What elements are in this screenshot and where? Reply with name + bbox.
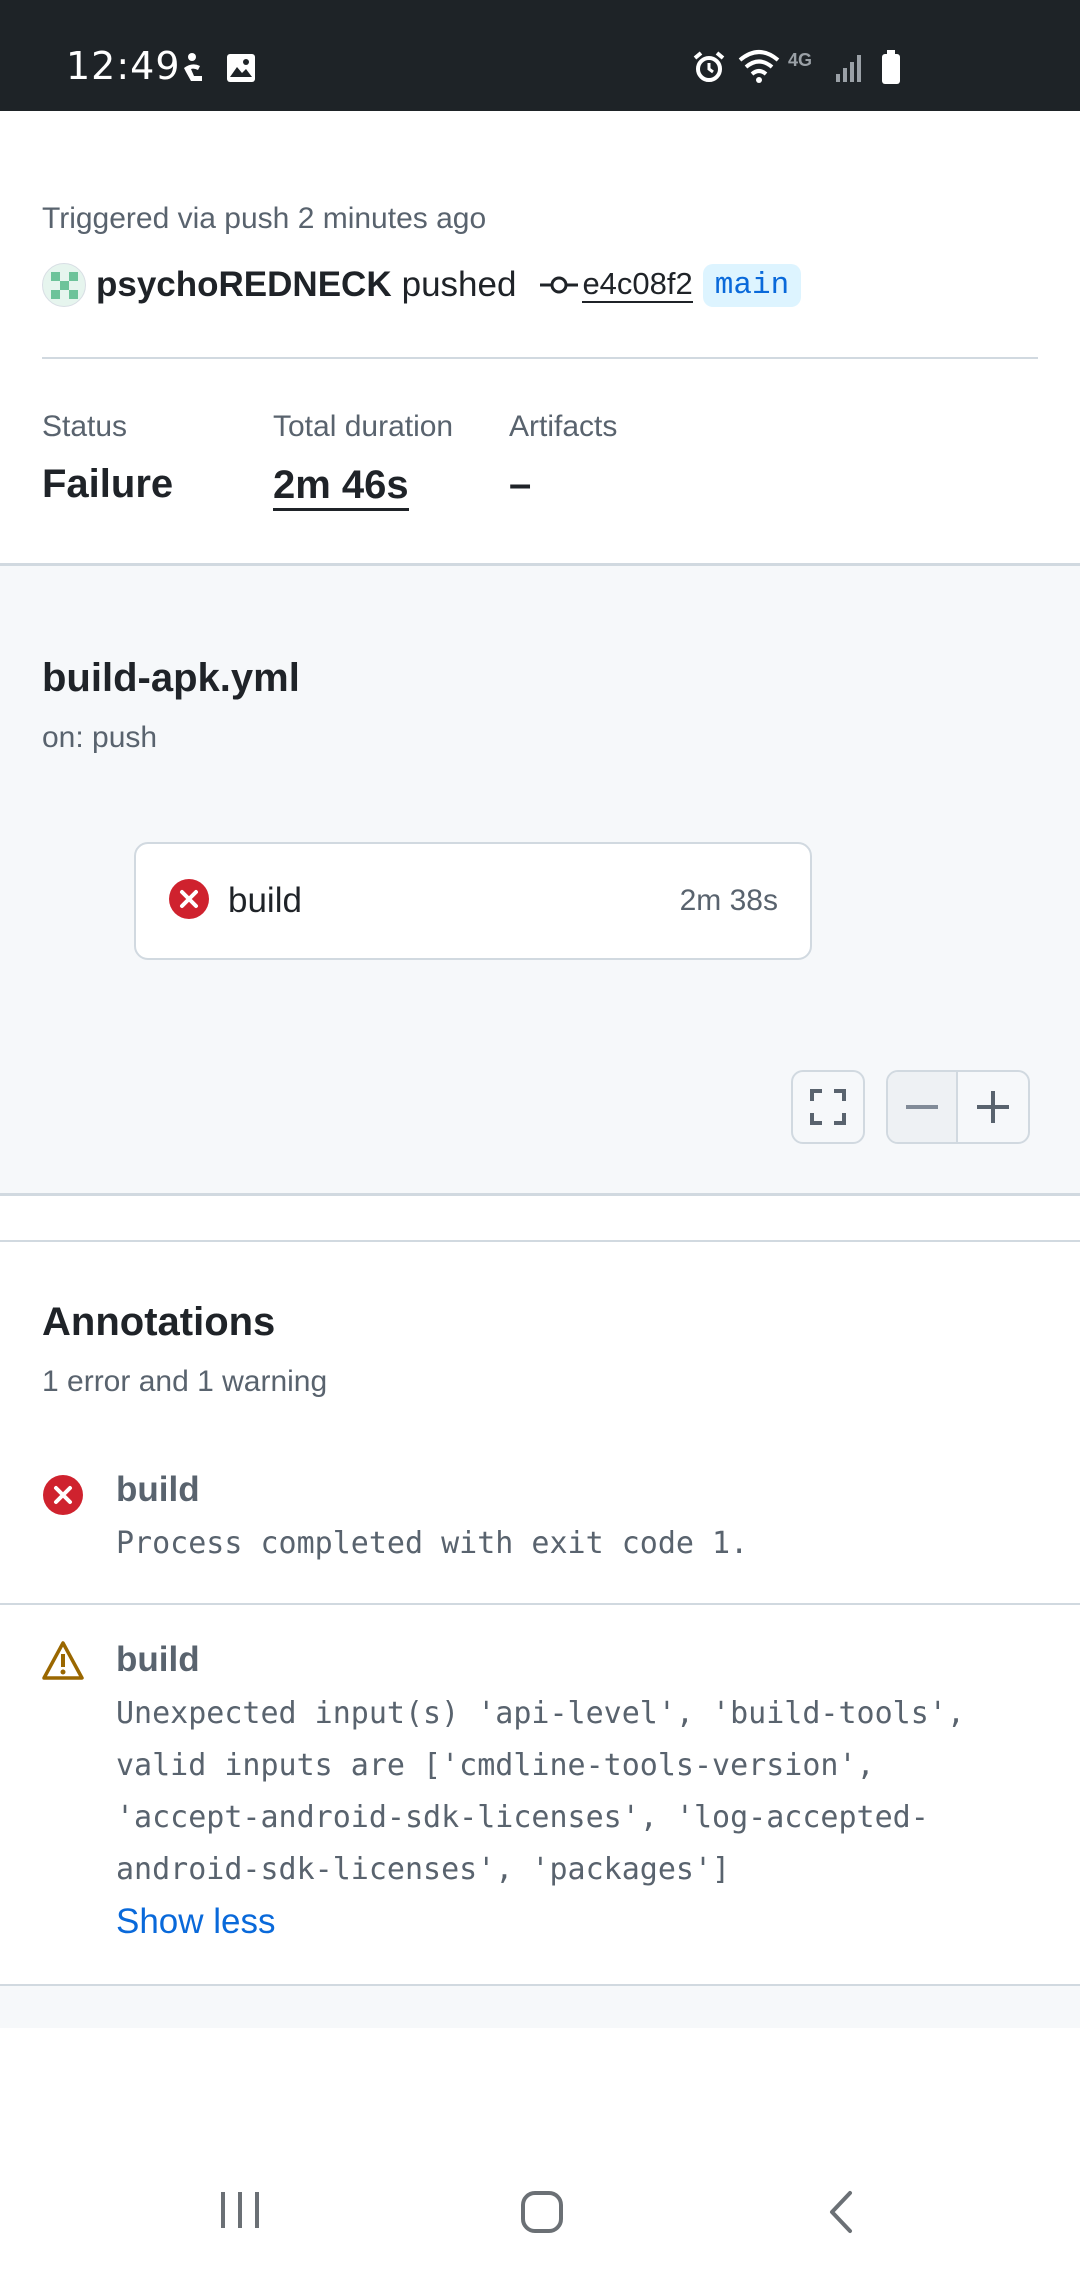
triggered-text: Triggered via push 2 minutes ago (42, 202, 487, 235)
avatar[interactable] (42, 263, 86, 307)
job-card-build[interactable]: build 2m 38s (134, 842, 812, 960)
error-icon (42, 1474, 84, 1521)
fit-to-screen-button[interactable] (791, 1070, 865, 1144)
4g-icon: 4G (788, 50, 813, 70)
pusher-name[interactable]: psychoREDNECK (96, 265, 392, 305)
accessibility-icon (178, 52, 208, 91)
failure-icon (168, 878, 210, 925)
signal-icon (834, 52, 866, 87)
artifacts-value: – (509, 462, 532, 506)
annotations-title: Annotations (42, 1300, 276, 1344)
zoom-controls (886, 1070, 1030, 1144)
alarm-icon (692, 50, 726, 89)
battery-icon (880, 50, 902, 89)
artifacts-label: Artifacts (509, 410, 618, 443)
annotations-summary: 1 error and 1 warning (42, 1365, 328, 1398)
navigation-bar (0, 2160, 1080, 2280)
workflow-graph: build-apk.yml on: push build 2m 38s (0, 566, 1080, 1196)
annotation-message: Unexpected input(s) 'api-level', 'build-… (116, 1696, 983, 1887)
zoom-in-button[interactable] (958, 1072, 1028, 1142)
annotation-job-name: build (116, 1640, 200, 1679)
status-value: Failure (42, 462, 174, 506)
commit-sha-link[interactable]: e4c08f2 (582, 267, 693, 303)
warning-icon (42, 1640, 84, 1687)
divider (0, 1240, 1080, 1242)
status-time: 12:49 (66, 44, 181, 88)
home-icon[interactable] (520, 2190, 564, 2239)
divider (42, 357, 1038, 359)
divider (0, 1603, 1080, 1605)
recent-apps-icon[interactable] (218, 2190, 262, 2235)
job-name: build (228, 881, 302, 920)
branch-badge[interactable]: main (702, 263, 802, 307)
annotation-message: Process completed with exit code 1. (116, 1526, 749, 1561)
job-duration: 2m 38s (679, 884, 778, 917)
workflow-file-name: build-apk.yml (42, 656, 300, 700)
duration-label: Total duration (273, 410, 454, 443)
annotation-job-name: build (116, 1470, 200, 1509)
gallery-icon (226, 53, 256, 88)
minus-icon (906, 1105, 938, 1109)
pusher-row: psychoREDNECK pushed e4c08f2 main (42, 260, 802, 310)
status-label: Status (42, 410, 128, 443)
status-bar: 12:49 4G (0, 0, 1080, 111)
page-bottom-band (0, 1984, 1080, 2028)
workflow-trigger: on: push (42, 721, 158, 754)
commit-icon (540, 275, 579, 295)
plus-icon (977, 1091, 1009, 1123)
show-less-link[interactable]: Show less (116, 1902, 276, 1942)
fullscreen-icon (810, 1089, 846, 1125)
pushed-label: pushed (401, 265, 517, 304)
zoom-out-button[interactable] (888, 1072, 959, 1142)
duration-link[interactable]: 2m 46s (273, 462, 409, 511)
back-icon[interactable] (826, 2190, 856, 2239)
wifi-icon (738, 48, 780, 89)
